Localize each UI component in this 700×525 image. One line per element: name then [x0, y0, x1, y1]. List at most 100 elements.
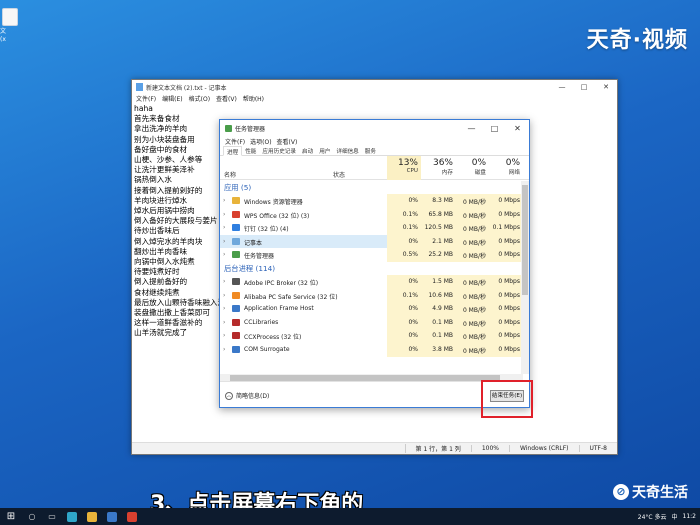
fewer-details-button[interactable]: ︿ 简略信息(D) — [225, 391, 269, 400]
text-line: 待要炖煮好时 — [134, 267, 180, 277]
process-memory: 2.1 MB — [421, 234, 456, 249]
process-name: Windows 资源管理器 — [244, 199, 303, 206]
scroll-thumb[interactable] — [522, 185, 528, 295]
chevron-up-icon: ︿ — [225, 391, 233, 400]
wps-icon[interactable] — [122, 508, 142, 525]
notepad-text-area[interactable]: haha 首先来备食材 拿出洗净的羊肉 别为小块装盘备用 备好盘中的食材 山梗、沙参、人参… — [134, 104, 233, 339]
menu-file[interactable]: 文件(F) — [136, 94, 156, 103]
process-row[interactable]: › CCLibraries 0% 0.1 MB 0 MB/秒 0 Mbps — [220, 315, 523, 330]
tm-menu-file[interactable]: 文件(F) — [225, 137, 245, 146]
task-view-icon[interactable]: ▭ — [42, 508, 62, 525]
tab-app-history[interactable]: 应用历史记录 — [259, 146, 299, 155]
process-row[interactable]: › CCXProcess (32 位) 0% 0.1 MB 0 MB/秒 0 Mbps — [220, 329, 523, 343]
process-list: 应用 (5) › Windows 资源管理器 0% 8.3 MB 0 MB/秒 0 Mbps… — [220, 181, 523, 374]
process-name: CCLibraries — [244, 318, 279, 326]
tm-menu-options[interactable]: 选项(O) — [250, 137, 271, 146]
tm-menu-view[interactable]: 查看(V) — [277, 137, 298, 146]
expand-chevron-icon[interactable]: › — [223, 332, 225, 339]
app-icon — [232, 251, 240, 259]
process-network: 0 Mbps — [489, 274, 523, 289]
column-network[interactable]: 0% 网络 — [489, 156, 523, 180]
expand-chevron-icon[interactable]: › — [223, 211, 225, 218]
maximize-button[interactable]: □ — [573, 80, 595, 94]
tm-close-button[interactable]: ✕ — [506, 120, 529, 137]
process-row[interactable]: › 钉钉 (32 位) (4) 0.1% 120.5 MB 0 MB/秒 0.1 Mbps — [220, 221, 523, 235]
process-group-header[interactable]: 应用 (5) — [220, 181, 523, 194]
column-status[interactable]: 状态 — [333, 170, 345, 179]
tab-services[interactable]: 服务 — [362, 146, 379, 155]
process-row[interactable]: › Adobe IPC Broker (32 位) 0% 1.5 MB 0 MB/秒 0 … — [220, 274, 523, 289]
tab-startup[interactable]: 启动 — [299, 146, 316, 155]
search-icon[interactable]: ○ — [22, 508, 42, 525]
task-manager-window[interactable]: 任务管理器 — □ ✕ 文件(F) 选项(O) 查看(V) 进程 性能 应用历史… — [219, 119, 530, 408]
process-disk: 0 MB/秒 — [456, 315, 489, 330]
edge-icon[interactable] — [62, 508, 82, 525]
app-icon — [232, 345, 240, 353]
process-name: 钉钉 (32 位) (4) — [244, 226, 289, 234]
expand-chevron-icon[interactable]: › — [223, 224, 225, 231]
tab-users[interactable]: 用户 — [316, 146, 333, 155]
process-group-header[interactable]: 后台进程 (114) — [220, 262, 523, 275]
column-name[interactable]: 名称 — [224, 170, 236, 179]
process-network: 0 Mbps — [489, 194, 523, 208]
expand-chevron-icon[interactable]: › — [223, 197, 225, 204]
process-row[interactable]: › 记事本 0% 2.1 MB 0 MB/秒 0 Mbps — [220, 234, 523, 249]
process-row[interactable]: › Alibaba PC Safe Service (32 位) 0.1% 10.6 … — [220, 288, 523, 303]
input-language[interactable]: 中 — [672, 512, 678, 521]
process-disk: 0 MB/秒 — [456, 207, 489, 222]
expand-chevron-icon[interactable]: › — [223, 238, 225, 245]
task-manager-menubar: 文件(F) 选项(O) 查看(V) — [220, 137, 529, 146]
desktop-icon[interactable]: 文 (x — [0, 8, 22, 48]
process-row[interactable]: › WPS Office (32 位) (3) 0.1% 65.8 MB 0 MB/秒 0… — [220, 207, 523, 222]
vertical-scrollbar[interactable] — [521, 181, 529, 374]
column-memory[interactable]: 36% 内存 — [421, 156, 456, 180]
process-name: Adobe IPC Broker (32 位) — [244, 279, 319, 287]
process-cpu: 0.5% — [387, 248, 421, 262]
process-cpu: 0% — [387, 329, 421, 343]
tab-processes[interactable]: 进程 — [223, 146, 243, 156]
text-line: 翻炒出羊肉香味 — [134, 246, 188, 256]
clock[interactable]: 11:2 — [683, 513, 696, 520]
process-memory: 25.2 MB — [421, 248, 456, 262]
highlight-box — [481, 380, 533, 418]
menu-help[interactable]: 帮助(H) — [243, 94, 264, 103]
expand-chevron-icon[interactable]: › — [223, 251, 225, 258]
menu-format[interactable]: 格式(O) — [189, 94, 210, 103]
system-tray: 24°C 多云 中 11:2 — [638, 508, 696, 525]
column-disk[interactable]: 0% 磁盘 — [456, 156, 489, 180]
weather-status[interactable]: 24°C 多云 — [638, 512, 667, 521]
process-row[interactable]: › Application Frame Host 0% 4.9 MB 0 MB/秒 0 M… — [220, 302, 523, 316]
text-line: haha — [134, 104, 153, 113]
process-row[interactable]: › COM Surrogate 0% 3.8 MB 0 MB/秒 0 Mbps — [220, 342, 523, 357]
minimize-button[interactable]: — — [551, 80, 573, 94]
tab-details[interactable]: 详细信息 — [333, 146, 361, 155]
process-cpu: 0% — [387, 274, 421, 289]
text-line: 倒入提前备好的 — [134, 277, 188, 287]
expand-chevron-icon[interactable]: › — [223, 346, 225, 353]
column-cpu[interactable]: 13% CPU — [387, 156, 421, 180]
process-row[interactable]: › Windows 资源管理器 0% 8.3 MB 0 MB/秒 0 Mbps — [220, 194, 523, 208]
app-icon — [232, 305, 240, 313]
store-icon[interactable] — [102, 508, 122, 525]
expand-chevron-icon[interactable]: › — [223, 319, 225, 326]
notepad-titlebar[interactable]: 新建文本文档 (2).txt - 记事本 — □ ✕ — [132, 80, 617, 94]
expand-chevron-icon[interactable]: › — [223, 305, 225, 312]
process-name: COM Surrogate — [244, 345, 290, 353]
menu-view[interactable]: 查看(V) — [216, 94, 237, 103]
process-row[interactable]: › 任务管理器 0.5% 25.2 MB 0 MB/秒 0 Mbps — [220, 248, 523, 262]
close-button[interactable]: ✕ — [595, 80, 617, 94]
expand-chevron-icon[interactable]: › — [223, 292, 225, 299]
text-line: 羊肉块进行焯水 — [134, 195, 188, 205]
start-button[interactable]: ⊞ — [0, 508, 22, 525]
tm-minimize-button[interactable]: — — [460, 120, 483, 137]
process-network: 0 Mbps — [489, 342, 523, 357]
file-explorer-icon[interactable] — [82, 508, 102, 525]
menu-edit[interactable]: 编辑(E) — [162, 94, 182, 103]
tm-maximize-button[interactable]: □ — [483, 120, 506, 137]
expand-chevron-icon[interactable]: › — [223, 278, 225, 285]
process-memory: 8.3 MB — [421, 194, 456, 208]
task-manager-titlebar[interactable]: 任务管理器 — □ ✕ — [220, 120, 529, 137]
app-icon — [232, 237, 240, 245]
tab-performance[interactable]: 性能 — [242, 146, 259, 155]
process-cpu: 0.1% — [387, 207, 421, 222]
